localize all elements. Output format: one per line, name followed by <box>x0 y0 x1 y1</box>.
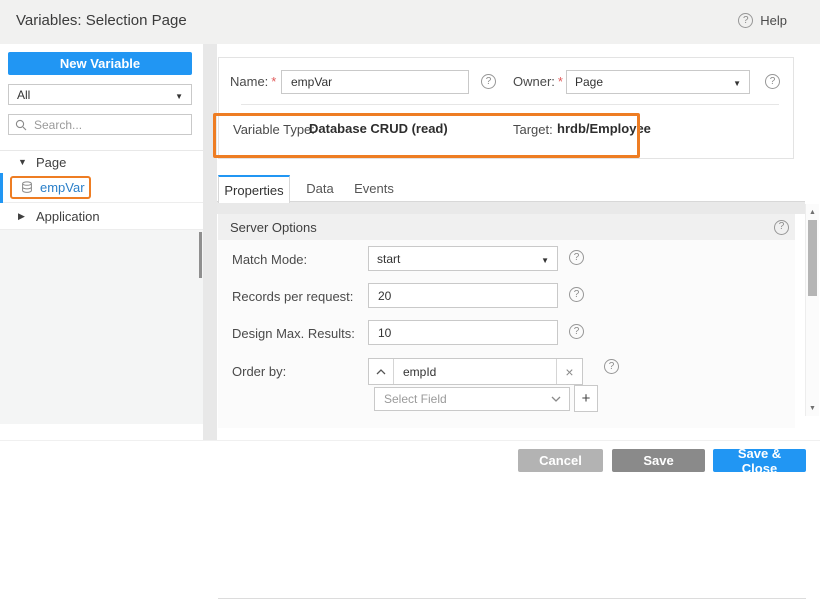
server-options-help-icon[interactable]: ? <box>774 220 789 235</box>
new-variable-button[interactable]: New Variable <box>8 52 192 75</box>
cancel-button[interactable]: Cancel <box>518 449 603 472</box>
tree-group-label: Application <box>36 209 100 224</box>
variables-dialog: Variables: Selection Page ? Help New Var… <box>0 0 820 488</box>
add-order-field-button[interactable]: + <box>574 385 598 412</box>
search-icon <box>15 119 27 131</box>
variable-filter-select[interactable]: All <box>8 84 192 105</box>
sort-direction-toggle[interactable] <box>369 359 394 384</box>
server-options-title: Server Options <box>230 220 774 235</box>
variable-type-label: Variable Type: <box>233 122 315 137</box>
server-options-header: Server Options ? <box>218 214 795 240</box>
design-max-results-label: Design Max. Results: <box>232 326 355 341</box>
tab-properties[interactable]: Properties <box>218 175 290 203</box>
chevron-down-icon <box>551 396 561 402</box>
target-value: hrdb/Employee <box>557 121 651 136</box>
chevron-expanded-icon: ▼ <box>18 157 28 167</box>
scroll-down-icon[interactable]: ▼ <box>806 402 819 414</box>
tree-item-empvar[interactable]: empVar <box>0 173 203 203</box>
order-by-label: Order by: <box>232 364 286 379</box>
sidebar-empty-area <box>0 230 203 424</box>
page-title: Variables: Selection Page <box>16 12 187 29</box>
selected-indicator <box>0 173 3 203</box>
properties-scrollbar[interactable]: ▲ ▼ <box>805 204 819 416</box>
match-mode-select[interactable]: start <box>368 246 558 271</box>
tab-events[interactable]: Events <box>345 175 403 202</box>
panel-divider <box>203 44 217 440</box>
name-help-icon[interactable]: ? <box>481 74 496 89</box>
help-button[interactable]: ? Help <box>738 13 787 28</box>
chevron-down-icon <box>541 252 549 266</box>
chevron-down-icon <box>175 88 183 102</box>
variables-tree: ▼ Page empVar ▶ Application <box>0 150 203 230</box>
database-variable-icon <box>21 181 33 194</box>
order-by-field-value: empId <box>394 359 556 384</box>
tab-bar: Properties Data Events <box>217 175 805 202</box>
design-max-help-icon[interactable]: ? <box>569 324 584 339</box>
design-max-results-input[interactable] <box>368 320 558 345</box>
tree-group-application[interactable]: ▶ Application <box>0 203 203 230</box>
records-per-request-label: Records per request: <box>232 289 353 304</box>
search-input[interactable] <box>32 117 185 133</box>
variable-summary-card: Name:* ? Owner:* Page ? Variable Type: D… <box>218 57 794 159</box>
tab-content-gap <box>217 202 805 214</box>
chevron-up-icon <box>376 369 386 375</box>
help-icon: ? <box>738 13 753 28</box>
match-mode-help-icon[interactable]: ? <box>569 250 584 265</box>
name-input[interactable] <box>281 70 469 94</box>
save-button[interactable]: Save <box>612 449 705 472</box>
order-by-help-icon[interactable]: ? <box>604 359 619 374</box>
records-per-request-input[interactable] <box>368 283 558 308</box>
variable-search <box>8 114 192 135</box>
chevron-down-icon <box>733 75 741 89</box>
tab-data[interactable]: Data <box>295 175 345 202</box>
chevron-collapsed-icon: ▶ <box>18 211 28 222</box>
dialog-header: Variables: Selection Page ? Help <box>0 0 820 44</box>
card-divider <box>241 104 779 105</box>
dialog-footer: Cancel Save Save & Close <box>0 440 820 488</box>
variable-details-panel: Name:* ? Owner:* Page ? Variable Type: D… <box>217 44 820 440</box>
variable-type-value: Database CRUD (read) <box>309 121 448 136</box>
remove-order-field-button[interactable]: × <box>556 359 582 384</box>
owner-select[interactable]: Page <box>566 70 750 94</box>
name-label: Name:* <box>230 74 276 89</box>
scroll-up-icon[interactable]: ▲ <box>806 206 819 218</box>
select-field-placeholder: Select Field <box>384 392 551 406</box>
tree-group-page[interactable]: ▼ Page <box>0 150 203 173</box>
server-options-panel: Server Options ? Match Mode: start ? Rec… <box>218 214 795 428</box>
tree-item-label: empVar <box>40 180 85 195</box>
required-asterisk: * <box>271 74 276 89</box>
required-asterisk: * <box>558 74 563 89</box>
filter-select-value: All <box>17 88 175 102</box>
tree-group-label: Page <box>36 155 66 170</box>
owner-label: Owner:* <box>513 74 563 89</box>
match-mode-label: Match Mode: <box>232 252 307 267</box>
owner-help-icon[interactable]: ? <box>765 74 780 89</box>
help-label: Help <box>760 13 787 28</box>
variables-sidebar: New Variable All ▼ Page <box>0 44 203 440</box>
order-by-entry: empId × <box>368 358 583 385</box>
scrollbar-thumb[interactable] <box>808 220 817 296</box>
select-field-dropdown[interactable]: Select Field <box>374 387 570 411</box>
owner-select-value: Page <box>575 75 733 89</box>
sidebar-scrollbar-thumb[interactable] <box>199 232 202 278</box>
save-close-button[interactable]: Save & Close <box>713 449 806 472</box>
match-mode-value: start <box>377 252 541 266</box>
target-label: Target: <box>513 122 553 137</box>
records-help-icon[interactable]: ? <box>569 287 584 302</box>
